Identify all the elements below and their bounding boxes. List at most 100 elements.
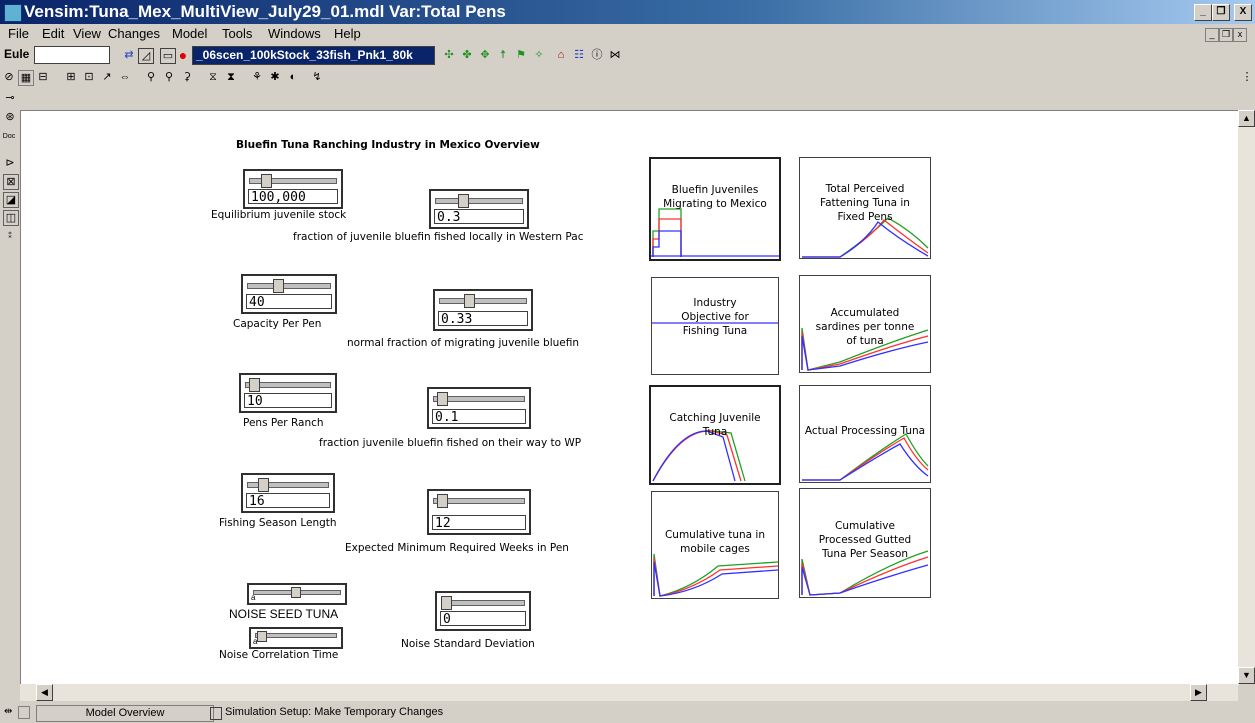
unhide-icon[interactable]: ⚘ [250,70,264,84]
uses-tree-icon[interactable]: ☨ [496,48,510,62]
scroll-right-icon[interactable]: ▶ [1190,684,1207,701]
units-check-icon[interactable]: ⁑ [3,230,17,244]
loops-tool-icon[interactable]: ⊛ [3,110,17,124]
slider-thumb[interactable] [261,174,272,188]
slider-thumb[interactable] [258,478,269,492]
menu-file[interactable]: File [8,26,29,41]
vertical-scrollbar[interactable]: ▲ ▼ [1238,110,1255,684]
info-icon[interactable]: ⓘ [590,48,604,62]
menu-edit[interactable]: Edit [42,26,64,41]
scroll-down-icon[interactable]: ▼ [1238,667,1255,684]
graph-cumulative-mobile[interactable]: Cumulative tuna in mobile cages [651,491,779,599]
hide-icon[interactable]: ✱ [268,70,282,84]
slider-track[interactable] [255,633,337,638]
model-icon[interactable]: ⋈ [608,48,622,62]
slider-thumb[interactable] [441,596,452,610]
slider-thumb[interactable] [437,392,448,406]
menu-view[interactable]: View [73,26,101,41]
arrow-icon[interactable]: ⊡ [82,70,96,84]
reality-check-icon[interactable]: ✤ [460,48,474,62]
graph-industry-objective[interactable]: Industry Objective for Fishing Tuna [651,277,779,375]
box-variable-icon[interactable]: ⊞ [64,70,78,84]
scroll-left-icon[interactable]: ◀ [36,684,53,701]
minimize-button[interactable]: _ [1194,4,1212,21]
slider-track[interactable] [441,600,525,606]
horizontal-scrollbar[interactable]: ◀ ▶ [20,684,1238,701]
delete-icon[interactable]: ⚳ [180,70,194,84]
variable-icon[interactable]: ⊟ [36,70,50,84]
fraction-fished-on-way-slider[interactable]: 0.1 [427,387,531,429]
menu-tools[interactable]: Tools [222,26,252,41]
set-simulation-icon[interactable]: ⇄ [122,48,136,62]
slider-value-field[interactable]: 0 [440,611,526,627]
slider-value-field[interactable]: 12 [432,515,526,531]
slider-thumb[interactable] [249,378,260,392]
slider-value-field[interactable]: 0.1 [432,409,526,425]
mdi-close-button[interactable]: x [1233,28,1247,42]
slider-track[interactable] [435,198,523,204]
normal-fraction-migrating-slider[interactable]: 0.33 [433,289,533,331]
pens-per-ranch-slider[interactable]: 10 [239,373,337,413]
slider-value-field[interactable]: 40 [246,294,332,310]
maximize-button[interactable]: ❒ [1212,4,1230,21]
graph-accumulated-sardines[interactable]: Accumulated sardines per tonne of tuna [799,275,931,373]
fishing-season-length-slider[interactable]: 16 [241,473,335,513]
equilibrium-juvenile-stock-slider[interactable]: 100,000 [243,169,343,209]
table-tool-icon[interactable]: ◪ [3,192,19,208]
move-icon[interactable]: ▦ [18,70,34,86]
loops-icon[interactable]: ⚑ [514,48,528,62]
graph-actual-processing[interactable]: Actual Processing Tuna [799,385,931,483]
menu-windows[interactable]: Windows [268,26,321,41]
document-icon[interactable]: ✧ [532,48,546,62]
capacity-per-pen-slider[interactable]: 40 [241,274,337,314]
menu-changes[interactable]: Changes [108,26,160,41]
noise-std-dev-slider[interactable]: 0 [435,591,531,631]
sensitivity-icon[interactable]: ◿ [138,48,154,64]
causes-strip-icon[interactable]: ⊸ [3,91,17,105]
lock-sketch-icon[interactable]: ⊘ [2,70,16,84]
rate-icon[interactable]: ↗ [100,70,114,84]
vensim-app-icon[interactable] [4,4,22,22]
graph-catching-juvenile[interactable]: Catching Juvenile Tuna [649,385,781,485]
runs-compare-icon[interactable]: ◫ [3,210,19,226]
min-required-weeks-slider[interactable]: 12 [427,489,531,535]
equations-icon[interactable]: ⧖ [206,70,220,84]
slider-thumb[interactable] [291,587,301,598]
slider-thumb[interactable] [257,631,267,642]
fraction-fished-locally-slider[interactable]: 0.3 [429,189,529,229]
model-canvas[interactable]: Bluefin Tuna Ranching Industry in Mexico… [20,110,1239,685]
game-icon[interactable]: ▭ [160,48,176,64]
slider-thumb[interactable] [437,494,448,508]
tree-icon[interactable]: ✥ [478,48,492,62]
graph-bluefin-juveniles[interactable]: Bluefin Juveniles Migrating to Mexico [649,157,781,261]
run-simulation-icon[interactable]: ● [176,48,190,62]
analysis-icon[interactable]: ⌂ [554,48,568,62]
sketch-options-icon[interactable]: ↯ [310,70,324,84]
doc-tool-icon[interactable]: Doc [2,130,16,144]
menu-help[interactable]: Help [334,26,361,41]
shadow-variable-icon[interactable]: ⇔ [118,70,132,84]
graph-cumulative-processed[interactable]: Cumulative Processed Gutted Tuna Per Sea… [799,488,931,598]
input-output-icon[interactable]: ⚲ [144,70,158,84]
graph-total-perceived-fattening[interactable]: Total Perceived Fattening Tuna in Fixed … [799,157,931,259]
slider-value-field[interactable]: 10 [244,393,332,409]
slider-thumb[interactable] [458,194,469,208]
view-nav-icon[interactable]: ⇹ [4,706,12,717]
slider-value-field[interactable]: 0.33 [438,311,528,327]
reference-mode-icon[interactable]: ⧗ [224,70,238,84]
run-name-field[interactable]: _06scen_100kStock_33fish_Pnk1_80k [192,46,435,65]
slider-track[interactable] [247,283,331,289]
integration-type-field[interactable] [34,46,110,64]
comment-icon[interactable]: ⚲ [162,70,176,84]
slider-thumb[interactable] [464,294,475,308]
noise-seed-slider[interactable]: a [247,583,347,605]
slider-value-field[interactable]: 16 [246,493,330,509]
view-list-icon[interactable] [18,706,30,719]
scroll-up-icon[interactable]: ▲ [1238,110,1255,127]
menu-model[interactable]: Model [172,26,207,41]
strip-graph-icon[interactable]: ⊠ [3,174,19,190]
mdi-restore-button[interactable]: ❒ [1219,28,1233,42]
toolbar-grip-icon[interactable]: ⋮ [1240,70,1254,84]
noise-corr-time-slider[interactable]: a [249,627,343,649]
slider-track[interactable] [439,298,527,304]
